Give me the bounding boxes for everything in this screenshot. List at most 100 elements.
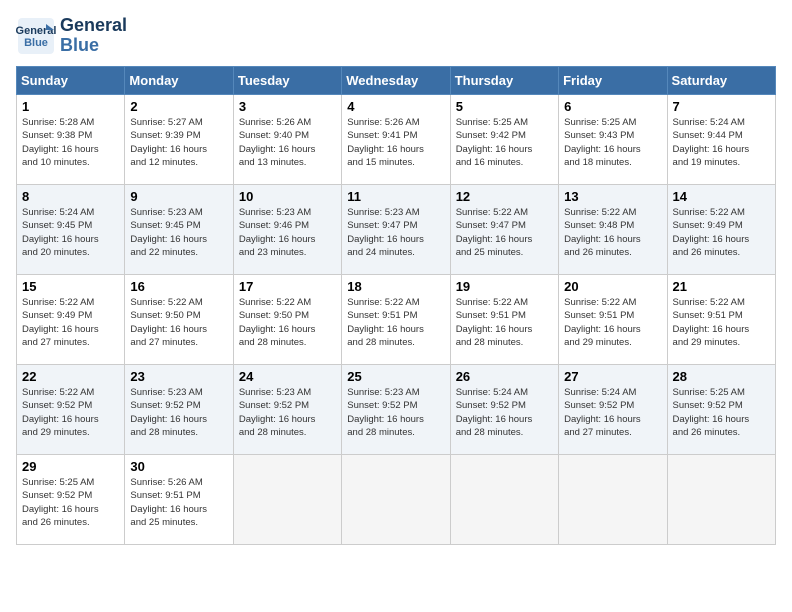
day-number: 26 — [456, 369, 553, 384]
calendar-cell: 29 Sunrise: 5:25 AM Sunset: 9:52 PM Dayli… — [17, 455, 125, 545]
day-number: 11 — [347, 189, 444, 204]
calendar-cell: 22 Sunrise: 5:22 AM Sunset: 9:52 PM Dayli… — [17, 365, 125, 455]
day-info: Sunrise: 5:22 AM Sunset: 9:47 PM Dayligh… — [456, 206, 553, 259]
calendar-week-row: 29 Sunrise: 5:25 AM Sunset: 9:52 PM Dayli… — [17, 455, 776, 545]
weekday-header-friday: Friday — [559, 67, 667, 95]
weekday-header-saturday: Saturday — [667, 67, 775, 95]
logo-text-line2: Blue — [60, 36, 127, 56]
day-info: Sunrise: 5:22 AM Sunset: 9:49 PM Dayligh… — [22, 296, 119, 349]
day-info: Sunrise: 5:27 AM Sunset: 9:39 PM Dayligh… — [130, 116, 227, 169]
day-info: Sunrise: 5:24 AM Sunset: 9:45 PM Dayligh… — [22, 206, 119, 259]
day-number: 23 — [130, 369, 227, 384]
day-number: 12 — [456, 189, 553, 204]
day-info: Sunrise: 5:25 AM Sunset: 9:43 PM Dayligh… — [564, 116, 661, 169]
calendar-cell: 26 Sunrise: 5:24 AM Sunset: 9:52 PM Dayli… — [450, 365, 558, 455]
calendar-cell: 28Sunrise: 5:25 AM Sunset: 9:52 PM Dayli… — [667, 365, 775, 455]
weekday-header-thursday: Thursday — [450, 67, 558, 95]
weekday-header-wednesday: Wednesday — [342, 67, 450, 95]
day-number: 9 — [130, 189, 227, 204]
calendar-week-row: 22 Sunrise: 5:22 AM Sunset: 9:52 PM Dayli… — [17, 365, 776, 455]
calendar-cell — [342, 455, 450, 545]
calendar-cell: 5 Sunrise: 5:25 AM Sunset: 9:42 PM Daylig… — [450, 95, 558, 185]
day-info: Sunrise: 5:25 AM Sunset: 9:42 PM Dayligh… — [456, 116, 553, 169]
day-number: 30 — [130, 459, 227, 474]
day-info: Sunrise: 5:26 AM Sunset: 9:51 PM Dayligh… — [130, 476, 227, 529]
calendar: SundayMondayTuesdayWednesdayThursdayFrid… — [16, 66, 776, 545]
day-info: Sunrise: 5:22 AM Sunset: 9:48 PM Dayligh… — [564, 206, 661, 259]
day-number: 3 — [239, 99, 336, 114]
calendar-cell: 23 Sunrise: 5:23 AM Sunset: 9:52 PM Dayli… — [125, 365, 233, 455]
header: General Blue General Blue — [16, 16, 776, 56]
weekday-header-monday: Monday — [125, 67, 233, 95]
calendar-cell: 20 Sunrise: 5:22 AM Sunset: 9:51 PM Dayli… — [559, 275, 667, 365]
day-info: Sunrise: 5:23 AM Sunset: 9:45 PM Dayligh… — [130, 206, 227, 259]
calendar-cell: 17 Sunrise: 5:22 AM Sunset: 9:50 PM Dayli… — [233, 275, 341, 365]
day-number: 2 — [130, 99, 227, 114]
day-number: 29 — [22, 459, 119, 474]
day-info: Sunrise: 5:24 AM Sunset: 9:44 PM Dayligh… — [673, 116, 770, 169]
calendar-cell: 14Sunrise: 5:22 AM Sunset: 9:49 PM Dayli… — [667, 185, 775, 275]
calendar-cell: 1 Sunrise: 5:28 AM Sunset: 9:38 PM Daylig… — [17, 95, 125, 185]
day-number: 1 — [22, 99, 119, 114]
day-info: Sunrise: 5:23 AM Sunset: 9:52 PM Dayligh… — [239, 386, 336, 439]
calendar-cell: 11Sunrise: 5:23 AM Sunset: 9:47 PM Dayli… — [342, 185, 450, 275]
day-number: 13 — [564, 189, 661, 204]
calendar-cell: 27 Sunrise: 5:24 AM Sunset: 9:52 PM Dayli… — [559, 365, 667, 455]
calendar-cell: 18Sunrise: 5:22 AM Sunset: 9:51 PM Dayli… — [342, 275, 450, 365]
day-info: Sunrise: 5:28 AM Sunset: 9:38 PM Dayligh… — [22, 116, 119, 169]
day-number: 19 — [456, 279, 553, 294]
day-info: Sunrise: 5:25 AM Sunset: 9:52 PM Dayligh… — [673, 386, 770, 439]
day-info: Sunrise: 5:22 AM Sunset: 9:50 PM Dayligh… — [239, 296, 336, 349]
day-info: Sunrise: 5:23 AM Sunset: 9:46 PM Dayligh… — [239, 206, 336, 259]
calendar-week-row: 1 Sunrise: 5:28 AM Sunset: 9:38 PM Daylig… — [17, 95, 776, 185]
calendar-cell: 24 Sunrise: 5:23 AM Sunset: 9:52 PM Dayli… — [233, 365, 341, 455]
logo-icon: General Blue — [16, 16, 56, 56]
calendar-cell: 30 Sunrise: 5:26 AM Sunset: 9:51 PM Dayli… — [125, 455, 233, 545]
calendar-cell: 6 Sunrise: 5:25 AM Sunset: 9:43 PM Daylig… — [559, 95, 667, 185]
day-info: Sunrise: 5:24 AM Sunset: 9:52 PM Dayligh… — [456, 386, 553, 439]
calendar-cell: 13 Sunrise: 5:22 AM Sunset: 9:48 PM Dayli… — [559, 185, 667, 275]
day-number: 27 — [564, 369, 661, 384]
day-number: 20 — [564, 279, 661, 294]
day-info: Sunrise: 5:25 AM Sunset: 9:52 PM Dayligh… — [22, 476, 119, 529]
calendar-cell — [233, 455, 341, 545]
day-info: Sunrise: 5:22 AM Sunset: 9:50 PM Dayligh… — [130, 296, 227, 349]
day-number: 5 — [456, 99, 553, 114]
weekday-header-row: SundayMondayTuesdayWednesdayThursdayFrid… — [17, 67, 776, 95]
calendar-cell: 21Sunrise: 5:22 AM Sunset: 9:51 PM Dayli… — [667, 275, 775, 365]
day-number: 6 — [564, 99, 661, 114]
day-number: 25 — [347, 369, 444, 384]
calendar-cell: 19 Sunrise: 5:22 AM Sunset: 9:51 PM Dayli… — [450, 275, 558, 365]
day-number: 4 — [347, 99, 444, 114]
day-info: Sunrise: 5:26 AM Sunset: 9:41 PM Dayligh… — [347, 116, 444, 169]
calendar-cell: 25 Sunrise: 5:23 AM Sunset: 9:52 PM Dayli… — [342, 365, 450, 455]
calendar-cell: 2 Sunrise: 5:27 AM Sunset: 9:39 PM Daylig… — [125, 95, 233, 185]
calendar-cell: 8Sunrise: 5:24 AM Sunset: 9:45 PM Daylig… — [17, 185, 125, 275]
calendar-cell: 7 Sunrise: 5:24 AM Sunset: 9:44 PM Daylig… — [667, 95, 775, 185]
calendar-week-row: 8Sunrise: 5:24 AM Sunset: 9:45 PM Daylig… — [17, 185, 776, 275]
day-number: 7 — [673, 99, 770, 114]
day-number: 22 — [22, 369, 119, 384]
day-number: 17 — [239, 279, 336, 294]
day-number: 24 — [239, 369, 336, 384]
calendar-cell: 15 Sunrise: 5:22 AM Sunset: 9:49 PM Dayli… — [17, 275, 125, 365]
calendar-cell: 12 Sunrise: 5:22 AM Sunset: 9:47 PM Dayli… — [450, 185, 558, 275]
day-number: 10 — [239, 189, 336, 204]
logo-text-line1: General — [60, 16, 127, 36]
day-number: 15 — [22, 279, 119, 294]
day-number: 14 — [673, 189, 770, 204]
day-info: Sunrise: 5:22 AM Sunset: 9:51 PM Dayligh… — [456, 296, 553, 349]
day-info: Sunrise: 5:22 AM Sunset: 9:52 PM Dayligh… — [22, 386, 119, 439]
day-info: Sunrise: 5:23 AM Sunset: 9:52 PM Dayligh… — [347, 386, 444, 439]
day-number: 16 — [130, 279, 227, 294]
calendar-cell: 10 Sunrise: 5:23 AM Sunset: 9:46 PM Dayli… — [233, 185, 341, 275]
day-info: Sunrise: 5:26 AM Sunset: 9:40 PM Dayligh… — [239, 116, 336, 169]
logo: General Blue General Blue — [16, 16, 127, 56]
day-info: Sunrise: 5:23 AM Sunset: 9:52 PM Dayligh… — [130, 386, 227, 439]
day-info: Sunrise: 5:24 AM Sunset: 9:52 PM Dayligh… — [564, 386, 661, 439]
day-info: Sunrise: 5:22 AM Sunset: 9:51 PM Dayligh… — [347, 296, 444, 349]
weekday-header-tuesday: Tuesday — [233, 67, 341, 95]
calendar-cell — [559, 455, 667, 545]
day-info: Sunrise: 5:22 AM Sunset: 9:51 PM Dayligh… — [564, 296, 661, 349]
svg-text:Blue: Blue — [24, 37, 48, 49]
